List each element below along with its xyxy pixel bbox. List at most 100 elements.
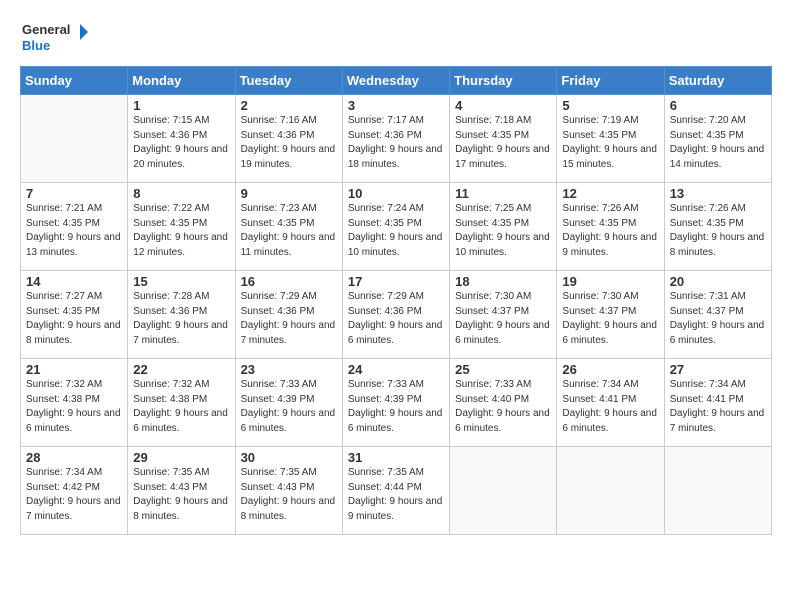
cell-info: Sunrise: 7:35 AMSunset: 4:44 PMDaylight:… <box>348 467 443 522</box>
day-number: 30 <box>241 450 337 465</box>
calendar-cell: 25 Sunrise: 7:33 AMSunset: 4:40 PMDayligh… <box>450 359 557 447</box>
day-number: 20 <box>670 274 766 289</box>
calendar-week-2: 7 Sunrise: 7:21 AMSunset: 4:35 PMDaylight… <box>21 183 772 271</box>
calendar-cell: 11Sunrise: 7:25 AMSunset: 4:35 PMDayligh… <box>450 183 557 271</box>
calendar-week-3: 14Sunrise: 7:27 AMSunset: 4:35 PMDayligh… <box>21 271 772 359</box>
logo-svg: General Blue <box>20 16 90 56</box>
calendar-cell: 24 Sunrise: 7:33 AMSunset: 4:39 PMDayligh… <box>342 359 449 447</box>
weekday-tuesday: Tuesday <box>235 67 342 95</box>
calendar-body: 1 Sunrise: 7:15 AMSunset: 4:36 PMDaylight… <box>21 95 772 535</box>
calendar-cell: 16 Sunrise: 7:29 AMSunset: 4:36 PMDayligh… <box>235 271 342 359</box>
day-number: 2 <box>241 98 337 113</box>
calendar-cell: 7 Sunrise: 7:21 AMSunset: 4:35 PMDaylight… <box>21 183 128 271</box>
calendar-cell <box>21 95 128 183</box>
cell-info: Sunrise: 7:27 AMSunset: 4:35 PMDaylight:… <box>26 291 121 346</box>
cell-info: Sunrise: 7:26 AMSunset: 4:35 PMDaylight:… <box>670 203 765 258</box>
weekday-friday: Friday <box>557 67 664 95</box>
cell-info: Sunrise: 7:32 AMSunset: 4:38 PMDaylight:… <box>26 379 121 434</box>
cell-info: Sunrise: 7:19 AMSunset: 4:35 PMDaylight:… <box>562 115 657 170</box>
cell-info: Sunrise: 7:30 AMSunset: 4:37 PMDaylight:… <box>562 291 657 346</box>
calendar-cell <box>450 447 557 535</box>
calendar-cell: 18Sunrise: 7:30 AMSunset: 4:37 PMDayligh… <box>450 271 557 359</box>
day-number: 16 <box>241 274 337 289</box>
svg-text:Blue: Blue <box>22 38 50 53</box>
cell-info: Sunrise: 7:25 AMSunset: 4:35 PMDaylight:… <box>455 203 550 258</box>
calendar-cell: 1 Sunrise: 7:15 AMSunset: 4:36 PMDaylight… <box>128 95 235 183</box>
calendar-cell: 6 Sunrise: 7:20 AMSunset: 4:35 PMDaylight… <box>664 95 771 183</box>
weekday-wednesday: Wednesday <box>342 67 449 95</box>
cell-info: Sunrise: 7:18 AMSunset: 4:35 PMDaylight:… <box>455 115 550 170</box>
calendar-cell: 9 Sunrise: 7:23 AMSunset: 4:35 PMDaylight… <box>235 183 342 271</box>
logo: General Blue <box>20 16 90 56</box>
cell-info: Sunrise: 7:34 AMSunset: 4:41 PMDaylight:… <box>670 379 765 434</box>
cell-info: Sunrise: 7:16 AMSunset: 4:36 PMDaylight:… <box>241 115 336 170</box>
cell-info: Sunrise: 7:34 AMSunset: 4:42 PMDaylight:… <box>26 467 121 522</box>
day-number: 31 <box>348 450 444 465</box>
day-number: 3 <box>348 98 444 113</box>
calendar-cell: 4Sunrise: 7:18 AMSunset: 4:35 PMDaylight… <box>450 95 557 183</box>
day-number: 6 <box>670 98 766 113</box>
cell-info: Sunrise: 7:21 AMSunset: 4:35 PMDaylight:… <box>26 203 121 258</box>
cell-info: Sunrise: 7:22 AMSunset: 4:35 PMDaylight:… <box>133 203 228 258</box>
cell-info: Sunrise: 7:24 AMSunset: 4:35 PMDaylight:… <box>348 203 443 258</box>
cell-info: Sunrise: 7:33 AMSunset: 4:40 PMDaylight:… <box>455 379 550 434</box>
cell-info: Sunrise: 7:20 AMSunset: 4:35 PMDaylight:… <box>670 115 765 170</box>
cell-info: Sunrise: 7:15 AMSunset: 4:36 PMDaylight:… <box>133 115 228 170</box>
day-number: 23 <box>241 362 337 377</box>
day-number: 27 <box>670 362 766 377</box>
day-number: 26 <box>562 362 658 377</box>
day-number: 9 <box>241 186 337 201</box>
day-number: 24 <box>348 362 444 377</box>
weekday-saturday: Saturday <box>664 67 771 95</box>
calendar-cell: 12Sunrise: 7:26 AMSunset: 4:35 PMDayligh… <box>557 183 664 271</box>
calendar-cell: 28 Sunrise: 7:34 AMSunset: 4:42 PMDayligh… <box>21 447 128 535</box>
cell-info: Sunrise: 7:32 AMSunset: 4:38 PMDaylight:… <box>133 379 228 434</box>
day-number: 13 <box>670 186 766 201</box>
calendar-cell <box>557 447 664 535</box>
calendar-week-4: 21Sunrise: 7:32 AMSunset: 4:38 PMDayligh… <box>21 359 772 447</box>
calendar-cell: 26 Sunrise: 7:34 AMSunset: 4:41 PMDayligh… <box>557 359 664 447</box>
calendar-cell: 2 Sunrise: 7:16 AMSunset: 4:36 PMDaylight… <box>235 95 342 183</box>
calendar-table: SundayMondayTuesdayWednesdayThursdayFrid… <box>20 66 772 535</box>
cell-info: Sunrise: 7:29 AMSunset: 4:36 PMDaylight:… <box>241 291 336 346</box>
calendar-cell: 19 Sunrise: 7:30 AMSunset: 4:37 PMDayligh… <box>557 271 664 359</box>
weekday-header-row: SundayMondayTuesdayWednesdayThursdayFrid… <box>21 67 772 95</box>
calendar-cell: 21Sunrise: 7:32 AMSunset: 4:38 PMDayligh… <box>21 359 128 447</box>
day-number: 19 <box>562 274 658 289</box>
cell-info: Sunrise: 7:23 AMSunset: 4:35 PMDaylight:… <box>241 203 336 258</box>
cell-info: Sunrise: 7:33 AMSunset: 4:39 PMDaylight:… <box>348 379 443 434</box>
calendar-cell: 31 Sunrise: 7:35 AMSunset: 4:44 PMDayligh… <box>342 447 449 535</box>
calendar-cell: 22 Sunrise: 7:32 AMSunset: 4:38 PMDayligh… <box>128 359 235 447</box>
day-number: 10 <box>348 186 444 201</box>
day-number: 28 <box>26 450 122 465</box>
page-container: General Blue SundayMondayTuesdayWednesda… <box>0 0 792 545</box>
calendar-cell: 20 Sunrise: 7:31 AMSunset: 4:37 PMDayligh… <box>664 271 771 359</box>
day-number: 7 <box>26 186 122 201</box>
calendar-cell <box>664 447 771 535</box>
calendar-cell: 8Sunrise: 7:22 AMSunset: 4:35 PMDaylight… <box>128 183 235 271</box>
cell-info: Sunrise: 7:35 AMSunset: 4:43 PMDaylight:… <box>241 467 336 522</box>
calendar-cell: 10 Sunrise: 7:24 AMSunset: 4:35 PMDayligh… <box>342 183 449 271</box>
day-number: 25 <box>455 362 551 377</box>
cell-info: Sunrise: 7:30 AMSunset: 4:37 PMDaylight:… <box>455 291 550 346</box>
cell-info: Sunrise: 7:31 AMSunset: 4:37 PMDaylight:… <box>670 291 765 346</box>
day-number: 1 <box>133 98 229 113</box>
weekday-monday: Monday <box>128 67 235 95</box>
cell-info: Sunrise: 7:29 AMSunset: 4:36 PMDaylight:… <box>348 291 443 346</box>
svg-text:General: General <box>22 22 70 37</box>
cell-info: Sunrise: 7:26 AMSunset: 4:35 PMDaylight:… <box>562 203 657 258</box>
cell-info: Sunrise: 7:33 AMSunset: 4:39 PMDaylight:… <box>241 379 336 434</box>
calendar-cell: 23 Sunrise: 7:33 AMSunset: 4:39 PMDayligh… <box>235 359 342 447</box>
day-number: 17 <box>348 274 444 289</box>
day-number: 15 <box>133 274 229 289</box>
day-number: 22 <box>133 362 229 377</box>
cell-info: Sunrise: 7:17 AMSunset: 4:36 PMDaylight:… <box>348 115 443 170</box>
calendar-cell: 15Sunrise: 7:28 AMSunset: 4:36 PMDayligh… <box>128 271 235 359</box>
calendar-cell: 5Sunrise: 7:19 AMSunset: 4:35 PMDaylight… <box>557 95 664 183</box>
weekday-thursday: Thursday <box>450 67 557 95</box>
weekday-sunday: Sunday <box>21 67 128 95</box>
calendar-cell: 27 Sunrise: 7:34 AMSunset: 4:41 PMDayligh… <box>664 359 771 447</box>
cell-info: Sunrise: 7:34 AMSunset: 4:41 PMDaylight:… <box>562 379 657 434</box>
day-number: 29 <box>133 450 229 465</box>
calendar-cell: 13 Sunrise: 7:26 AMSunset: 4:35 PMDayligh… <box>664 183 771 271</box>
